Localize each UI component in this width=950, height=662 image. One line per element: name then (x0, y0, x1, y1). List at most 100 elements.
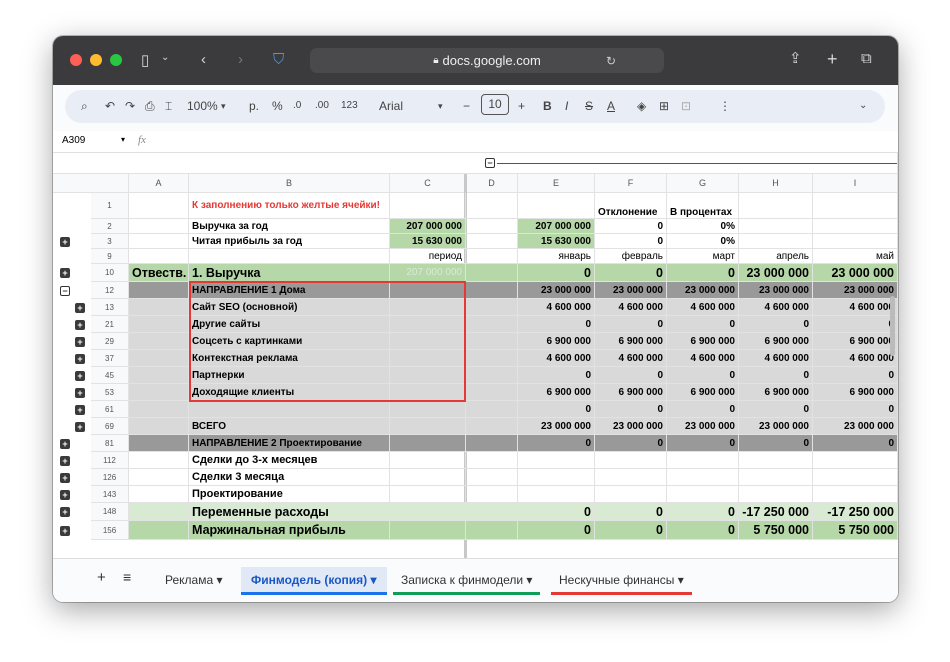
cell-i12[interactable]: 23 000 000 (813, 282, 898, 299)
row-group-toggle-icon[interactable]: + (60, 236, 70, 247)
cell-a9[interactable] (129, 249, 189, 264)
cell-h37[interactable]: 4 600 000 (739, 350, 813, 367)
cell-e126[interactable] (518, 469, 595, 486)
new-tab-icon[interactable]: + (827, 50, 838, 68)
cell-f143[interactable] (595, 486, 667, 503)
address-bar[interactable]: 🔒︎ docs.google.com ↻ (310, 48, 664, 73)
cell-h69[interactable]: 23 000 000 (739, 418, 813, 435)
borders-icon[interactable]: ⊞ (659, 99, 669, 113)
cell-i112[interactable] (813, 452, 898, 469)
cell-c2[interactable]: 207 000 000 (390, 219, 466, 234)
cell-b10[interactable]: 1. Выручка (189, 264, 390, 282)
column-header-c[interactable]: C (390, 174, 466, 193)
font-chevron-icon[interactable]: ▾ (438, 99, 443, 113)
row-header[interactable]: 143 (91, 486, 129, 503)
row-group-toggle-icon[interactable]: + (60, 268, 70, 278)
more-options-icon[interactable]: ⋮ (719, 99, 731, 113)
row-group-toggle-icon[interactable]: + (75, 370, 85, 381)
cell-a156[interactable] (129, 521, 189, 540)
cell-a143[interactable] (129, 486, 189, 503)
column-header-a[interactable]: A (129, 174, 189, 193)
row-header[interactable]: 9 (91, 249, 129, 264)
cell-b61[interactable] (189, 401, 390, 418)
column-header-g[interactable]: G (667, 174, 739, 193)
cell-a69[interactable] (129, 418, 189, 435)
collapse-toolbar-icon[interactable]: ⌄ (859, 99, 867, 113)
cell-f29[interactable]: 6 900 000 (595, 333, 667, 350)
row-header[interactable]: 1 (91, 193, 129, 219)
cell-i45[interactable]: 0 (813, 367, 898, 384)
cell-g21[interactable]: 0 (667, 316, 739, 333)
cell-b29[interactable]: Соцсеть с картинками (189, 333, 390, 350)
cell-e37[interactable]: 4 600 000 (518, 350, 595, 367)
cell-d156[interactable] (466, 521, 518, 540)
close-window-button[interactable] (70, 54, 82, 66)
cell-h13[interactable]: 4 600 000 (739, 299, 813, 316)
cell-b21[interactable]: Другие сайты (189, 316, 390, 333)
cell-g10[interactable]: 0 (667, 264, 739, 282)
cell-e53[interactable]: 6 900 000 (518, 384, 595, 401)
row-header[interactable]: 13 (91, 299, 129, 316)
cell-d126[interactable] (466, 469, 518, 486)
chevron-down-icon[interactable]: ⌄ (161, 53, 169, 63)
row-header[interactable]: 29 (91, 333, 129, 350)
row-group-toggle-icon[interactable]: + (75, 404, 85, 415)
cell-h143[interactable] (739, 486, 813, 503)
cell-f37[interactable]: 4 600 000 (595, 350, 667, 367)
column-header-b[interactable]: B (189, 174, 390, 193)
cell-f3[interactable]: 0 (595, 234, 667, 249)
cell-i29[interactable]: 6 900 000 (813, 333, 898, 350)
cell-e12[interactable]: 23 000 000 (518, 282, 595, 299)
cell-f21[interactable]: 0 (595, 316, 667, 333)
tabs-overview-icon[interactable]: ⧉ (861, 51, 872, 66)
increase-decimal-button[interactable]: .00 (315, 99, 329, 113)
cell-i37[interactable]: 4 600 000 (813, 350, 898, 367)
cell-e148[interactable]: 0 (518, 503, 595, 521)
cell-b2[interactable]: Выручка за год (189, 219, 390, 234)
all-sheets-icon[interactable]: ≡ (123, 569, 131, 585)
cell-h21[interactable]: 0 (739, 316, 813, 333)
cell-b81[interactable]: НАПРАВЛЕНИЕ 2 Проектирование (189, 435, 390, 452)
cell-i10[interactable]: 23 000 000 (813, 264, 898, 282)
cell-g13[interactable]: 4 600 000 (667, 299, 739, 316)
cell-a53[interactable] (129, 384, 189, 401)
cell-i143[interactable] (813, 486, 898, 503)
cell-g81[interactable]: 0 (667, 435, 739, 452)
row-group-toggle-icon[interactable]: + (60, 489, 70, 500)
cell-c29[interactable] (390, 333, 466, 350)
cell-f9[interactable]: февраль (595, 249, 667, 264)
cell-h81[interactable]: 0 (739, 435, 813, 452)
cell-f69[interactable]: 23 000 000 (595, 418, 667, 435)
cell-i9[interactable]: май (813, 249, 898, 264)
cell-i1[interactable] (813, 193, 898, 219)
cell-g126[interactable] (667, 469, 739, 486)
cell-i3[interactable] (813, 234, 898, 249)
column-header-f[interactable]: F (595, 174, 667, 193)
cell-e3[interactable]: 15 630 000 (518, 234, 595, 249)
back-icon[interactable]: ‹ (201, 52, 206, 67)
shield-icon[interactable]: ⛉ (273, 52, 284, 67)
row-header[interactable]: 2 (91, 219, 129, 234)
row-header[interactable]: 126 (91, 469, 129, 486)
cell-d143[interactable] (466, 486, 518, 503)
cell-i61[interactable]: 0 (813, 401, 898, 418)
cell-i148[interactable]: -17 250 000 (813, 503, 898, 521)
row-header[interactable]: 45 (91, 367, 129, 384)
cell-d3[interactable] (466, 234, 518, 249)
cell-f10[interactable]: 0 (595, 264, 667, 282)
cell-g2[interactable]: 0% (667, 219, 739, 234)
cell-c37[interactable] (390, 350, 466, 367)
cell-d12[interactable] (466, 282, 518, 299)
zoom-window-button[interactable] (110, 54, 122, 66)
increase-font-size-button[interactable]: + (518, 99, 525, 113)
cell-i81[interactable]: 0 (813, 435, 898, 452)
cell-e45[interactable]: 0 (518, 367, 595, 384)
row-group-toggle-icon[interactable]: + (75, 387, 85, 398)
cell-b156[interactable]: Маржинальная прибыль (189, 521, 390, 540)
row-header[interactable]: 156 (91, 521, 129, 540)
currency-format-button[interactable]: р. (249, 99, 259, 113)
cell-g148[interactable]: 0 (667, 503, 739, 521)
row-header[interactable]: 12 (91, 282, 129, 299)
cell-c61[interactable] (390, 401, 466, 418)
row-group-toggle-icon[interactable]: + (75, 336, 85, 347)
